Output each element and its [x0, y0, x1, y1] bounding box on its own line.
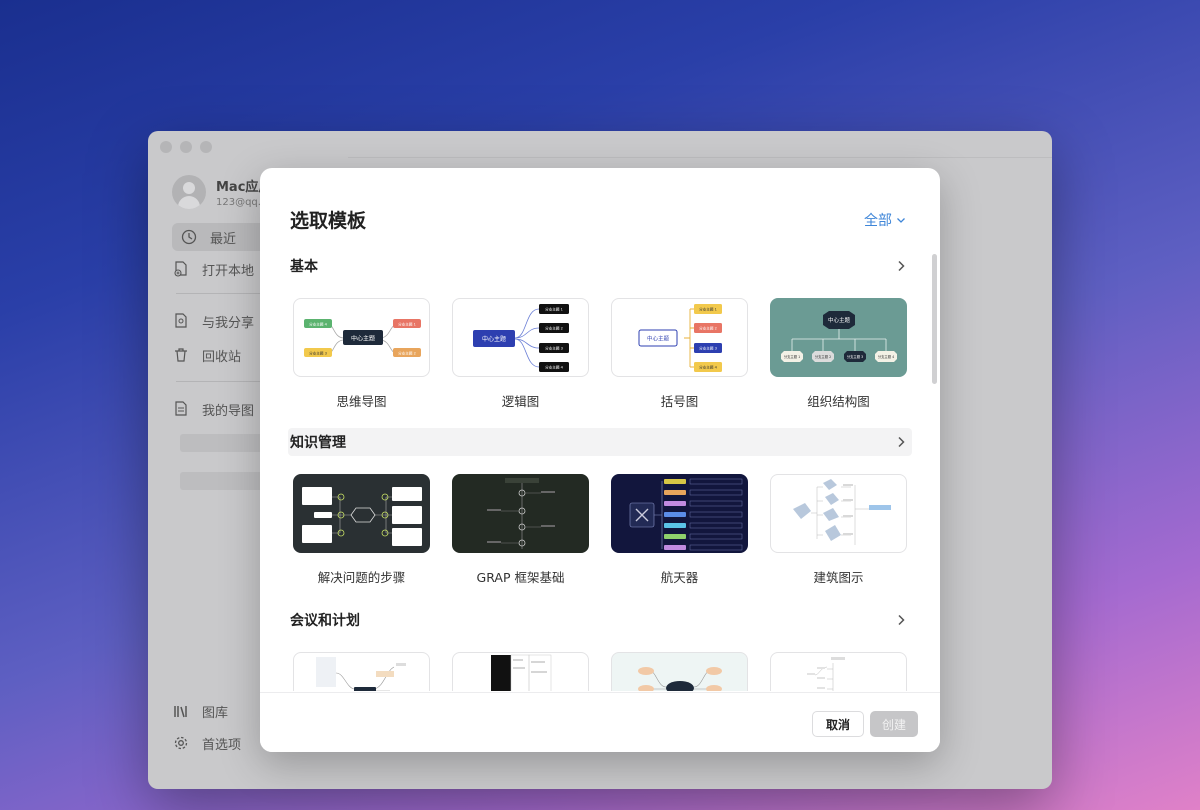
template-card-meeting-4[interactable]: [770, 652, 907, 691]
svg-text:分支主题 3: 分支主题 3: [847, 354, 863, 359]
chevron-right-icon[interactable]: [894, 259, 908, 273]
template-thumbnail: 中心主题 分支主题 1 分支主题 2 分支主题 3 分支主题 4: [611, 298, 748, 377]
chevron-right-icon[interactable]: [894, 613, 908, 627]
sidebar-item-preferences[interactable]: 首选项: [172, 729, 241, 757]
section-title: 基本: [290, 259, 318, 275]
template-card-meeting-1[interactable]: [293, 652, 430, 691]
template-thumbnail: [452, 652, 589, 691]
avatar: [172, 175, 206, 209]
template-thumbnail: [770, 652, 907, 691]
sidebar-item-label: 最近: [210, 231, 237, 247]
section-basic: 基本 中心主题 分支主题 4 分支主题 3 分支主题 1 分支主题 2 思维导图…: [288, 252, 912, 409]
category-filter-dropdown[interactable]: 全部: [864, 210, 906, 230]
section-knowledge-management: 知识管理 解决问题的步骤 GRAP 框架基础 航天器 建筑图示: [288, 428, 912, 585]
filter-label: 全部: [864, 213, 892, 229]
sidebar-item-gallery[interactable]: 图库: [172, 697, 228, 725]
create-button[interactable]: 创建: [870, 711, 918, 737]
sidebar-item-label: 我的导图: [202, 403, 255, 419]
sidebar-item-label: 图库: [202, 705, 229, 721]
sidebar-item-label: 打开本地: [202, 263, 255, 279]
document-icon: [172, 400, 190, 418]
svg-text:分支主题 3: 分支主题 3: [309, 351, 327, 356]
svg-text:分支主题 2: 分支主题 2: [398, 351, 416, 356]
template-thumbnail: [611, 474, 748, 553]
library-icon: [172, 702, 190, 720]
template-thumbnail: [770, 474, 907, 553]
sidebar-item-trash[interactable]: 回收站: [172, 341, 241, 369]
template-thumbnail: [293, 652, 430, 691]
template-card-org-chart[interactable]: 中心主题 分支主题 1 分支主题 2 分支主题 3 分支主题 4 组织结构图: [770, 298, 907, 410]
template-list[interactable]: 基本 中心主题 分支主题 4 分支主题 3 分支主题 1 分支主题 2 思维导图…: [260, 246, 940, 691]
template-card-spacecraft[interactable]: 航天器: [611, 474, 748, 586]
svg-text:中心主题: 中心主题: [647, 335, 670, 343]
scrollbar-thumb[interactable]: [932, 254, 937, 384]
svg-text:分支主题 1: 分支主题 1: [398, 322, 416, 327]
section-header[interactable]: 基本: [288, 252, 912, 280]
template-card-logic-chart[interactable]: 中心主题 分支主题 1 分支主题 2 分支主题 3 分支主题 4 逻辑图: [452, 298, 589, 410]
section-title: 知识管理: [290, 435, 346, 451]
sidebar-item-label: 首选项: [202, 737, 242, 753]
svg-text:分支主题 2: 分支主题 2: [545, 326, 563, 331]
template-card-meeting-3[interactable]: [611, 652, 748, 691]
template-card-architecture[interactable]: 建筑图示: [770, 474, 907, 586]
template-card-mind-map[interactable]: 中心主题 分支主题 4 分支主题 3 分支主题 1 分支主题 2 思维导图: [293, 298, 430, 410]
user-profile[interactable]: Mac应用 123@qq.c: [172, 175, 271, 209]
sidebar-item-open-local[interactable]: 打开本地: [172, 255, 254, 283]
template-thumbnail: [452, 474, 589, 553]
svg-text:分支主题 1: 分支主题 1: [545, 307, 563, 312]
svg-text:分支主题 4: 分支主题 4: [699, 365, 718, 370]
template-card-brace-map[interactable]: 中心主题 分支主题 1 分支主题 2 分支主题 3 分支主题 4 括号图: [611, 298, 748, 410]
chevron-right-icon[interactable]: [894, 435, 908, 449]
trash-icon: [172, 346, 190, 364]
template-label: 思维导图: [336, 394, 387, 409]
section-meetings-and-planning: 会议和计划: [288, 606, 912, 691]
template-label: 括号图: [660, 394, 699, 409]
dialog-footer: 取消 创建: [260, 692, 940, 752]
svg-text:分支主题 2: 分支主题 2: [815, 354, 831, 359]
template-label: 建筑图示: [813, 570, 864, 585]
thumb-center-label: 中心主题: [351, 335, 375, 343]
toolbar-divider: [348, 157, 1052, 158]
svg-text:中心主题: 中心主题: [482, 335, 506, 343]
svg-text:分支主题 1: 分支主题 1: [699, 307, 717, 312]
clock-icon: [180, 228, 198, 246]
section-header[interactable]: 知识管理: [288, 428, 912, 456]
svg-text:分支主题 2: 分支主题 2: [699, 326, 717, 331]
template-label: GRAP 框架基础: [476, 570, 565, 585]
template-picker-dialog: 选取模板 全部 基本 中心主题 分支主题 4 分支主题 3 分支主题 1 分支主…: [260, 168, 940, 752]
sidebar-item-label: 与我分享: [202, 315, 255, 331]
template-thumbnail: 中心主题 分支主题 1 分支主题 2 分支主题 3 分支主题 4: [770, 298, 907, 377]
template-thumbnail: [611, 652, 748, 691]
template-label: 解决问题的步骤: [317, 570, 406, 585]
file-add-icon: [172, 260, 190, 278]
template-label: 组织结构图: [807, 394, 870, 409]
cancel-button[interactable]: 取消: [812, 711, 864, 737]
svg-text:中心主题: 中心主题: [828, 316, 851, 324]
sidebar-item-my-maps[interactable]: 我的导图: [172, 395, 254, 423]
template-card-grap-framework[interactable]: GRAP 框架基础: [452, 474, 589, 586]
shared-file-icon: [172, 312, 190, 330]
svg-text:分支主题 1: 分支主题 1: [784, 354, 800, 359]
template-card-meeting-2[interactable]: [452, 652, 589, 691]
svg-text:分支主题 4: 分支主题 4: [878, 354, 894, 359]
gear-icon: [172, 734, 190, 752]
template-label: 航天器: [660, 570, 699, 585]
sidebar-item-label: 回收站: [202, 349, 242, 365]
svg-text:分支主题 3: 分支主题 3: [545, 346, 563, 351]
svg-text:分支主题 4: 分支主题 4: [309, 322, 328, 327]
template-thumbnail: 中心主题 分支主题 4 分支主题 3 分支主题 1 分支主题 2: [293, 298, 430, 377]
template-thumbnail: [293, 474, 430, 553]
dialog-title: 选取模板: [290, 210, 367, 232]
svg-text:分支主题 3: 分支主题 3: [699, 346, 717, 351]
chevron-down-icon: [897, 218, 905, 223]
template-card-problem-solving[interactable]: 解决问题的步骤: [293, 474, 430, 586]
section-title: 会议和计划: [290, 613, 360, 629]
section-header[interactable]: 会议和计划: [288, 606, 912, 634]
template-thumbnail: 中心主题 分支主题 1 分支主题 2 分支主题 3 分支主题 4: [452, 298, 589, 377]
sidebar-item-shared[interactable]: 与我分享: [172, 307, 254, 335]
template-label: 逻辑图: [501, 394, 540, 409]
svg-text:分支主题 4: 分支主题 4: [545, 365, 564, 370]
